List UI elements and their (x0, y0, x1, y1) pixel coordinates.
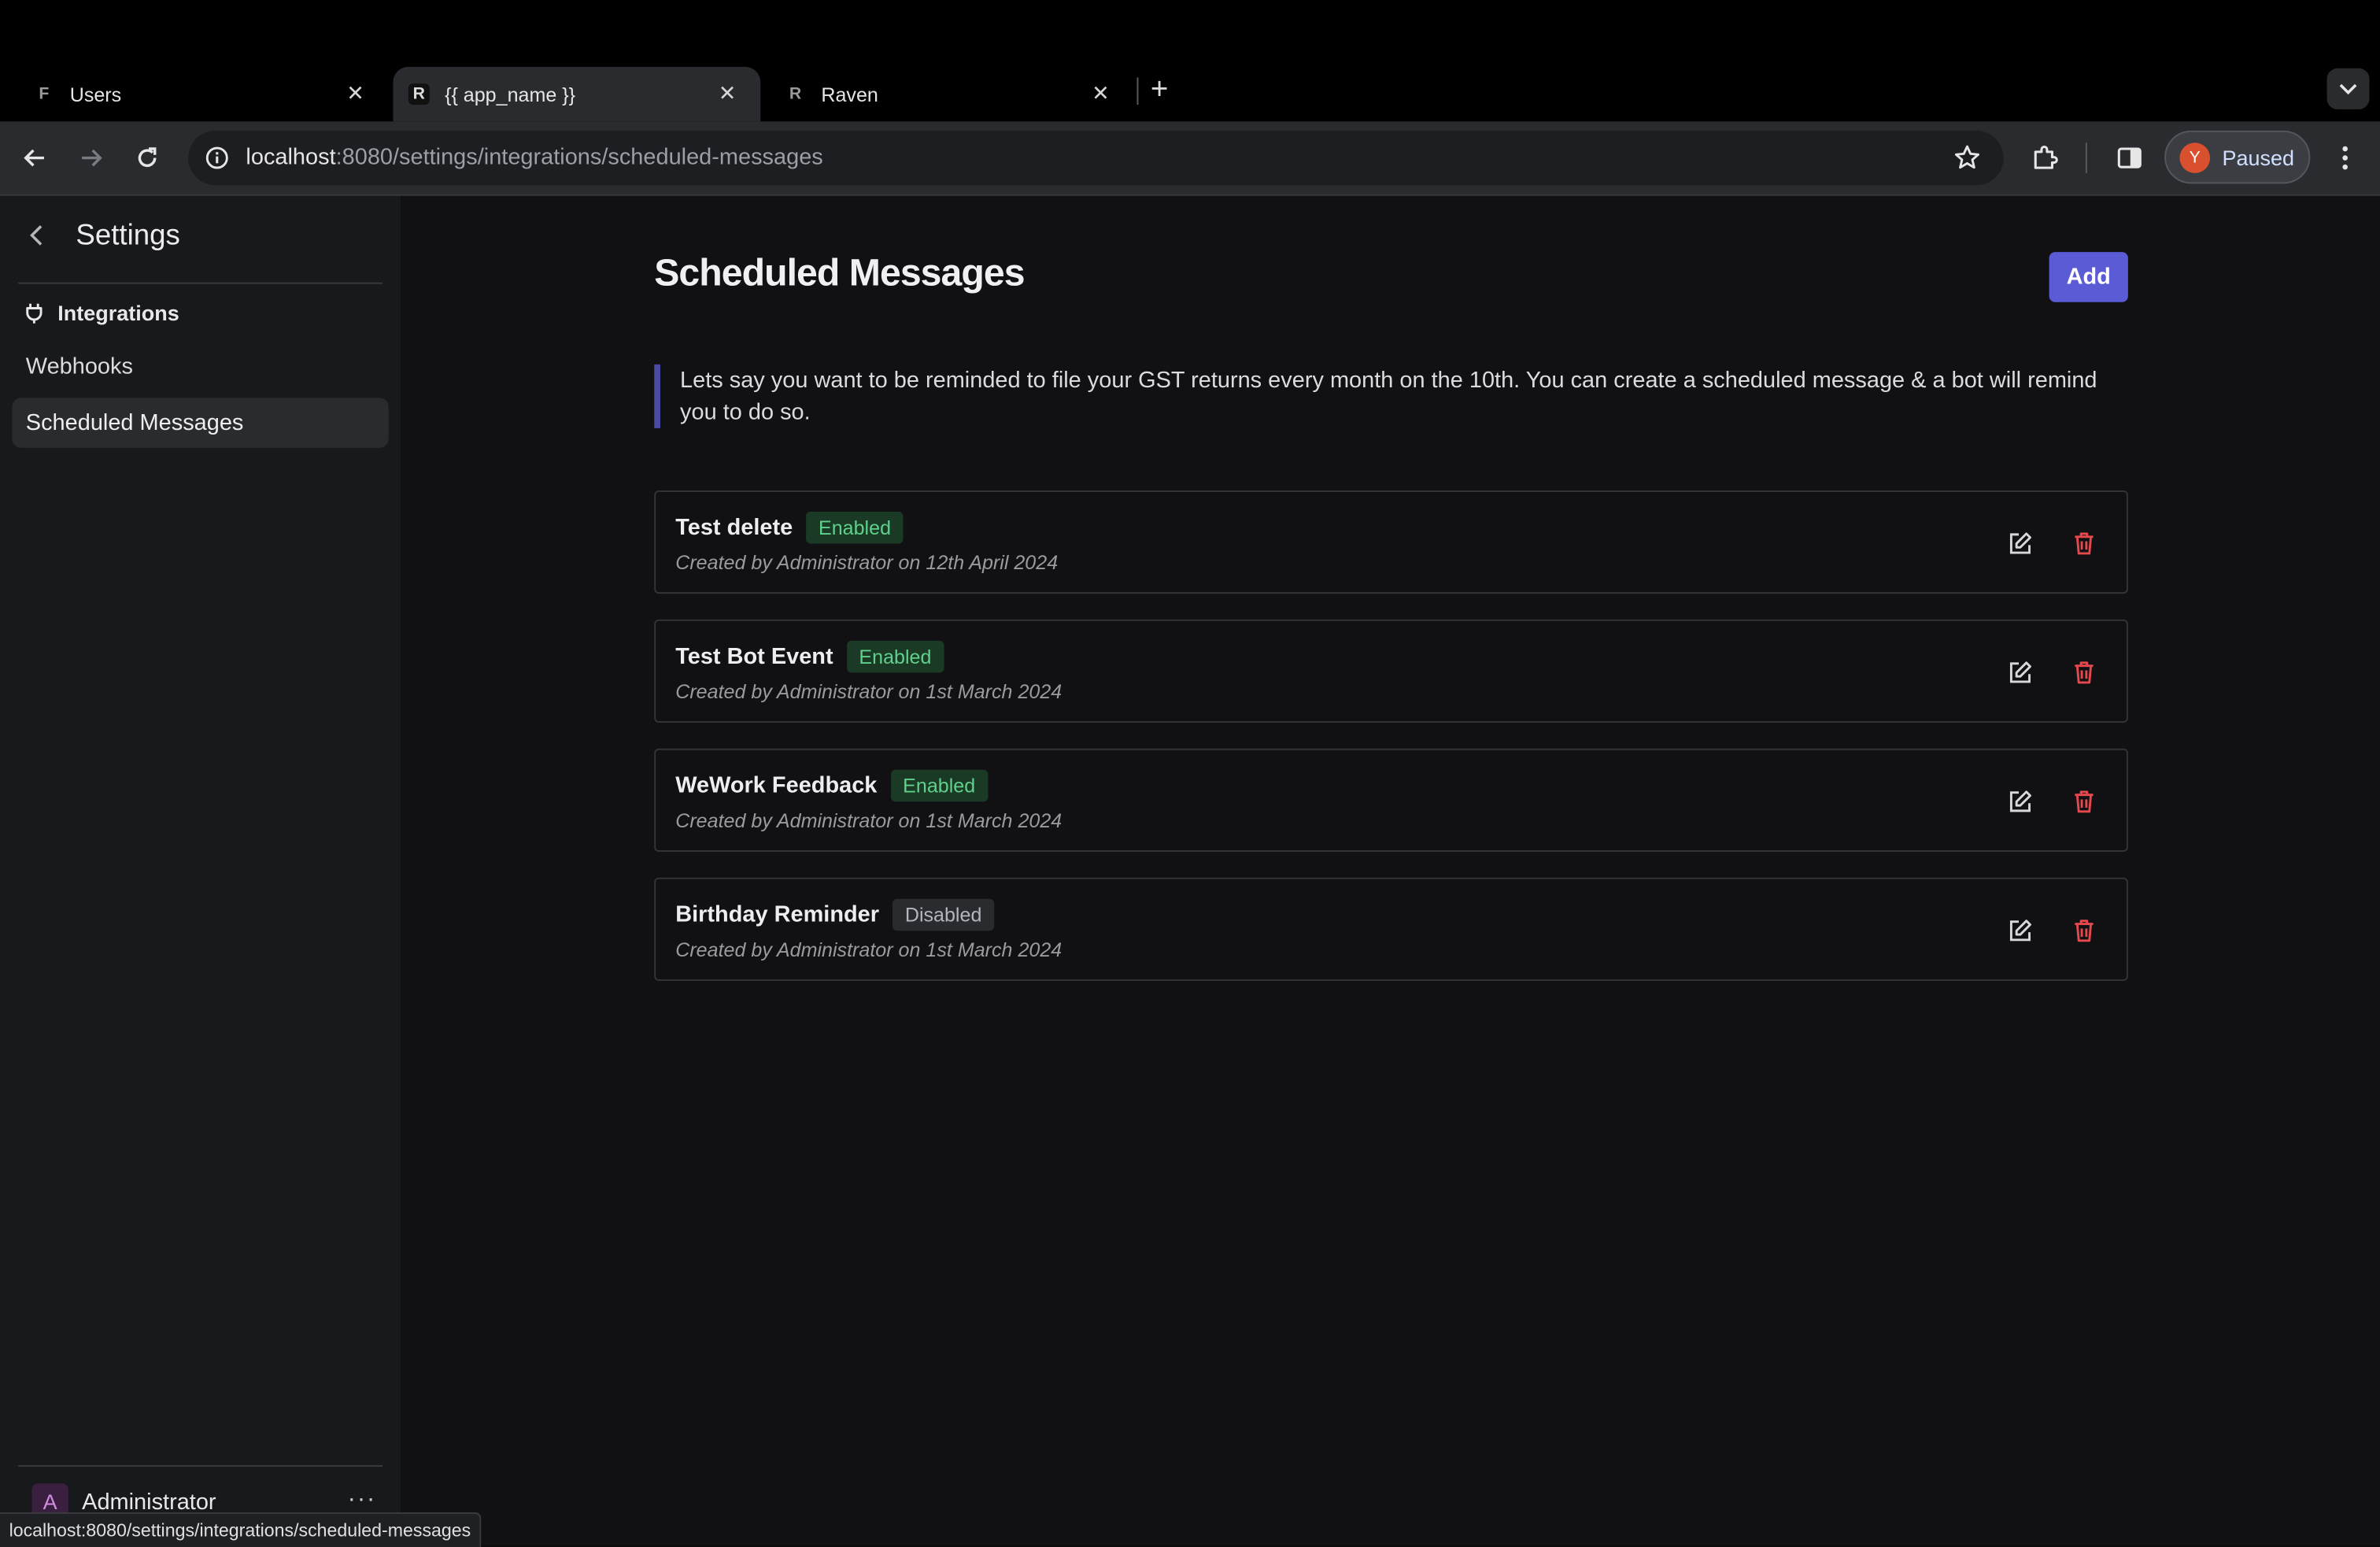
scheduled-message-card: Test delete Enabled Created by Administr… (654, 490, 2128, 594)
main-content: Scheduled Messages Add Lets say you want… (401, 195, 2380, 1546)
sidebar-item-scheduled-messages[interactable]: Scheduled Messages (12, 398, 389, 448)
trash-icon[interactable] (2071, 530, 2098, 557)
message-name: Birthday Reminder (675, 901, 880, 928)
message-name: Test delete (675, 514, 793, 541)
edit-icon[interactable] (2007, 659, 2034, 687)
scheduled-message-card: WeWork Feedback Enabled Created by Admin… (654, 748, 2128, 852)
profile-button[interactable]: Y Paused (2164, 130, 2311, 184)
address-bar[interactable]: localhost:8080/settings/integrations/sch… (188, 130, 2004, 186)
message-name: WeWork Feedback (675, 772, 878, 799)
sidebar-footer-divider (18, 1465, 383, 1467)
user-name: Administrator (82, 1488, 216, 1515)
more-options-icon[interactable]: ··· (348, 1486, 377, 1514)
status-badge: Enabled (890, 769, 988, 802)
edit-icon[interactable] (2007, 917, 2034, 945)
raven-icon: R (789, 85, 802, 104)
tab-title: Users (69, 83, 122, 106)
browser-tab-strip: F Users ✕ R {{ app_name }} ✕ R Raven ✕ + (0, 0, 2380, 122)
message-meta: Created by Administrator on 1st March 20… (675, 809, 1062, 832)
bookmark-star-icon[interactable] (1952, 142, 1983, 180)
scheduled-message-card: Birthday Reminder Disabled Created by Ad… (654, 877, 2128, 981)
trash-icon[interactable] (2071, 788, 2098, 816)
profile-status-label: Paused (2222, 145, 2295, 170)
message-meta: Created by Administrator on 1st March 20… (675, 938, 1062, 961)
card-header: WeWork Feedback Enabled (675, 769, 988, 802)
menu-kebab-icon[interactable] (2327, 139, 2363, 176)
sidebar-group-integrations: Integrations (24, 301, 179, 325)
settings-sidebar: Settings Integrations Webhooks Scheduled… (0, 195, 401, 1546)
sidebar-item-webhooks[interactable]: Webhooks (12, 342, 388, 392)
raven-icon: R (408, 83, 430, 105)
status-badge: Disabled (893, 898, 994, 931)
sidebar-item-label: Webhooks (25, 353, 133, 380)
status-badge: Enabled (846, 640, 944, 673)
site-info-icon[interactable] (202, 142, 233, 173)
tab-title: {{ app_name }} (445, 83, 575, 106)
browser-toolbar: localhost:8080/settings/integrations/sch… (0, 121, 2380, 196)
toolbar-separator (2085, 142, 2087, 173)
edit-icon[interactable] (2007, 530, 2034, 557)
trash-icon[interactable] (2071, 917, 2098, 945)
close-icon[interactable]: ✕ (346, 80, 364, 106)
card-header: Birthday Reminder Disabled (675, 898, 994, 931)
frappe-icon: F (39, 85, 50, 104)
tab-separator (1136, 77, 1139, 105)
message-meta: Created by Administrator on 12th April 2… (675, 551, 1059, 575)
plug-icon (24, 302, 44, 324)
message-name: Test Bot Event (675, 643, 833, 670)
new-tab-plus-icon[interactable]: + (1151, 75, 1169, 105)
url-text: localhost:8080/settings/integrations/sch… (246, 144, 823, 171)
close-icon[interactable]: ✕ (719, 80, 737, 106)
trash-icon[interactable] (2071, 659, 2098, 687)
scheduled-message-card: Test Bot Event Enabled Created by Admini… (654, 619, 2128, 724)
sidebar-item-label: Scheduled Messages (25, 409, 244, 436)
close-icon[interactable]: ✕ (1092, 80, 1110, 106)
extensions-puzzle-icon[interactable] (2027, 139, 2063, 176)
browser-tab-app[interactable]: R {{ app_name }} ✕ (393, 66, 761, 122)
profile-avatar: Y (2179, 142, 2211, 172)
sidebar-title: Settings (76, 220, 180, 253)
description-callout: Lets say you want to be reminded to file… (654, 364, 2123, 428)
tab-title: Raven (821, 83, 878, 106)
add-button[interactable]: Add (2049, 252, 2128, 302)
side-panel-icon[interactable] (2112, 139, 2148, 176)
status-badge: Enabled (806, 511, 904, 544)
sidebar-group-label: Integrations (57, 300, 179, 325)
tab-search-chevron-icon[interactable] (2326, 68, 2370, 109)
browser-tab-users[interactable]: F Users ✕ (0, 67, 389, 121)
card-header: Test Bot Event Enabled (675, 640, 944, 673)
back-arrow-icon[interactable] (17, 139, 53, 176)
browser-tab-raven[interactable]: R Raven ✕ (767, 67, 1134, 121)
message-meta: Created by Administrator on 1st March 20… (675, 680, 1062, 703)
reload-icon[interactable] (129, 139, 165, 176)
back-chevron-icon[interactable] (24, 222, 49, 250)
edit-icon[interactable] (2007, 788, 2034, 816)
forward-arrow-icon[interactable] (73, 139, 109, 176)
link-status-bar: localhost:8080/settings/integrations/sch… (0, 1512, 482, 1547)
sidebar-divider (18, 282, 383, 284)
page-title: Scheduled Messages (654, 252, 1025, 295)
card-header: Test delete Enabled (675, 511, 904, 544)
